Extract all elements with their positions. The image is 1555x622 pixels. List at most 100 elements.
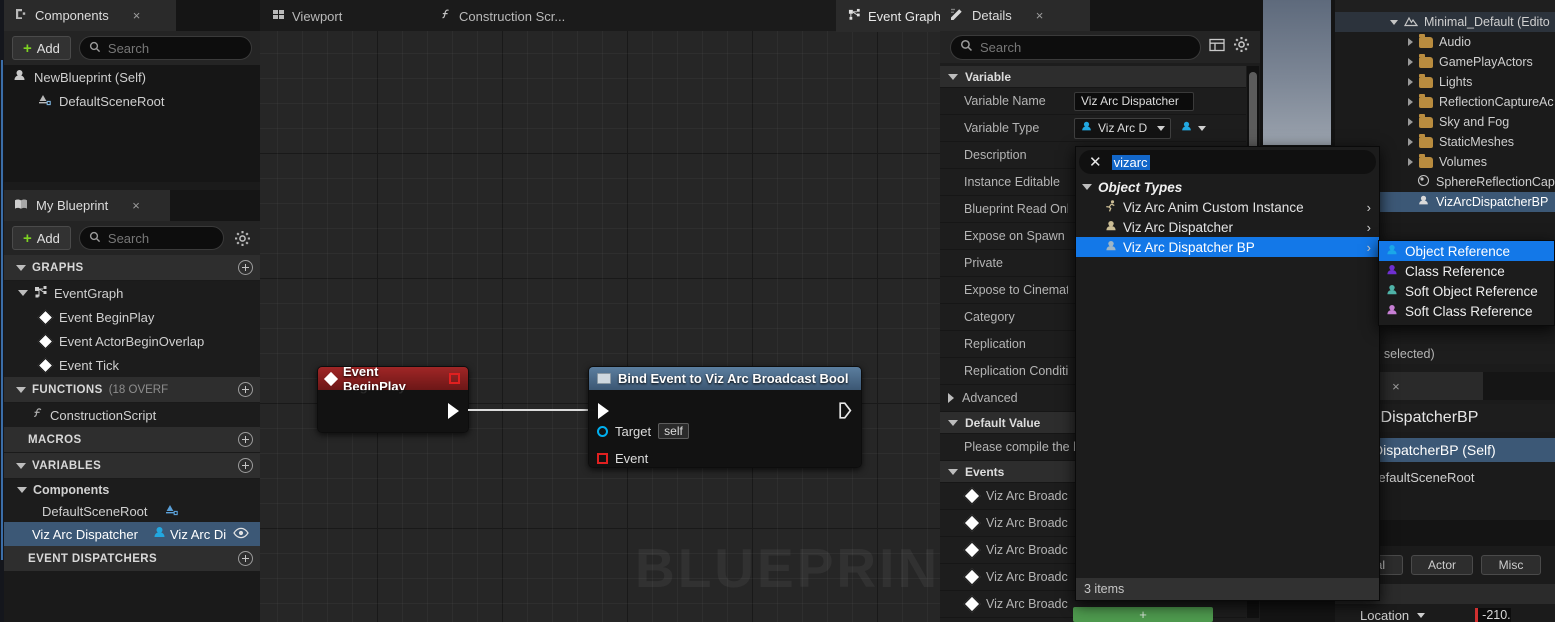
section-event-dispatchers[interactable]: EVENT DISPATCHERS: [4, 546, 260, 572]
details-search-input[interactable]: Search: [950, 35, 1201, 60]
outliner-folder-audio[interactable]: Audio: [1335, 32, 1555, 52]
details-section-variable[interactable]: Variable: [940, 66, 1246, 88]
exec-in-pin[interactable]: [598, 403, 609, 419]
tab-viewport[interactable]: Viewport: [260, 0, 354, 32]
component-row-defaultsceneroot[interactable]: DefaultSceneRoot: [4, 89, 260, 113]
chevron-right-icon[interactable]: [1408, 138, 1413, 146]
viewport-sky[interactable]: [1263, 0, 1331, 145]
transform-x-value[interactable]: -210.: [1475, 608, 1511, 622]
my-blueprint-add-button[interactable]: + Add: [12, 226, 71, 250]
graph-event-tick[interactable]: Event Tick: [4, 353, 260, 377]
chevron-right-icon[interactable]: [1408, 38, 1413, 46]
ref-row-class-reference[interactable]: Class Reference: [1379, 261, 1554, 281]
row-value[interactable]: Viz Arc Dispatcher: [1068, 92, 1246, 111]
chevron-down-icon[interactable]: [1198, 126, 1206, 131]
picker-row-viz-arc-anim-custom-instance[interactable]: Viz Arc Anim Custom Instance ›: [1076, 197, 1379, 217]
close-icon[interactable]: ×: [133, 9, 141, 22]
add-function-icon[interactable]: [238, 382, 253, 397]
chevron-right-icon[interactable]: [948, 393, 954, 403]
pin-row-event[interactable]: Event: [589, 445, 656, 468]
clear-icon[interactable]: ✕: [1089, 153, 1102, 171]
function-item-constructionscript[interactable]: ConstructionScript: [4, 403, 260, 427]
chevron-down-icon[interactable]: [1390, 20, 1398, 25]
pin-value-self[interactable]: self: [658, 423, 689, 439]
add-graph-icon[interactable]: [238, 260, 253, 275]
node-event-begin-play[interactable]: Event BeginPlay: [317, 366, 469, 433]
graph-canvas[interactable]: BLUEPRINT Event BeginPlay Bind Event to: [260, 31, 940, 622]
variable-row-defaultsceneroot[interactable]: DefaultSceneRoot: [4, 500, 260, 522]
outliner-folder-skyandfog[interactable]: Sky and Fog: [1335, 112, 1555, 132]
tab-components[interactable]: Components ×: [4, 0, 176, 31]
graph-event-beginplay[interactable]: Event BeginPlay: [4, 305, 260, 329]
gear-icon[interactable]: [1233, 36, 1250, 58]
chevron-down-icon[interactable]: [1417, 613, 1425, 618]
close-icon[interactable]: ×: [1036, 9, 1044, 22]
node-header[interactable]: Event BeginPlay: [318, 367, 468, 390]
row-value[interactable]: Viz Arc D: [1068, 118, 1246, 139]
chevron-right-icon[interactable]: [1408, 118, 1413, 126]
gear-icon[interactable]: [232, 228, 252, 248]
delegate-pin-icon[interactable]: [597, 453, 608, 464]
eye-icon[interactable]: [233, 527, 249, 542]
section-graphs[interactable]: GRAPHS: [4, 255, 260, 281]
chevron-down-icon[interactable]: [18, 290, 28, 296]
add-variable-icon[interactable]: [238, 458, 253, 473]
delegate-pin[interactable]: [449, 373, 460, 384]
tab-details[interactable]: Details ×: [940, 0, 1090, 31]
add-dispatcher-icon[interactable]: [238, 551, 253, 566]
picker-search-value[interactable]: vizarc: [1112, 155, 1150, 170]
my-blueprint-search-input[interactable]: Search: [79, 226, 224, 250]
close-icon[interactable]: ×: [1392, 380, 1400, 393]
tab-my-blueprint[interactable]: My Blueprint ×: [4, 190, 170, 221]
reference-type-submenu[interactable]: Object Reference Class Reference Soft Ob…: [1378, 240, 1555, 326]
details-row-variable-name[interactable]: Variable Name Viz Arc Dispatcher: [940, 88, 1246, 115]
close-icon[interactable]: ×: [132, 199, 140, 212]
add-macro-icon[interactable]: [238, 432, 253, 447]
details-row-variable-type[interactable]: Variable Type Viz Arc D: [940, 115, 1246, 142]
add-event-green-button[interactable]: +: [1073, 607, 1213, 622]
picker-search-input[interactable]: ✕ vizarc: [1079, 150, 1376, 174]
chevron-right-icon[interactable]: [1408, 58, 1413, 66]
chevron-right-icon[interactable]: ›: [1367, 200, 1371, 215]
components-search-input[interactable]: Search: [79, 36, 252, 60]
chevron-right-icon[interactable]: ›: [1367, 240, 1371, 255]
chevron-down-icon[interactable]: [1157, 126, 1165, 131]
pin-row-target[interactable]: Target self: [589, 418, 697, 444]
chevron-right-icon[interactable]: [1408, 158, 1413, 166]
node-header[interactable]: Bind Event to Viz Arc Broadcast Bool: [589, 367, 861, 390]
object-pin-icon[interactable]: [597, 426, 608, 437]
filter-button-actor[interactable]: Actor: [1411, 555, 1473, 575]
component-row-newblueprint[interactable]: NewBlueprint (Self): [4, 65, 260, 89]
grid-view-icon[interactable]: [1209, 37, 1225, 58]
exec-out-pin[interactable]: [448, 403, 459, 419]
graph-item-eventgraph[interactable]: EventGraph: [4, 281, 260, 305]
section-macros[interactable]: MACROS: [4, 427, 260, 453]
ref-row-soft-object-reference[interactable]: Soft Object Reference: [1379, 281, 1554, 301]
graph-event-actorbeginoverlap[interactable]: Event ActorBeginOverlap: [4, 329, 260, 353]
variable-group-components[interactable]: Components: [4, 479, 260, 500]
chevron-right-icon[interactable]: [1408, 98, 1413, 106]
picker-row-viz-arc-dispatcher-bp[interactable]: Viz Arc Dispatcher BP ›: [1076, 237, 1379, 257]
picker-section-object-types[interactable]: Object Types: [1076, 177, 1379, 197]
variable-type-picker-dropdown[interactable]: ✕ vizarc Object Types Viz Arc Anim Custo…: [1075, 146, 1380, 601]
filter-button-misc[interactable]: Misc: [1481, 555, 1541, 575]
ref-row-soft-class-reference[interactable]: Soft Class Reference: [1379, 301, 1554, 321]
ref-row-object-reference[interactable]: Object Reference: [1379, 241, 1554, 261]
exec-out-pin[interactable]: [839, 402, 852, 424]
chevron-right-icon[interactable]: [1408, 78, 1413, 86]
picker-row-viz-arc-dispatcher[interactable]: Viz Arc Dispatcher ›: [1076, 217, 1379, 237]
node-bind-event-to-viz-arc-broadcast-bool[interactable]: Bind Event to Viz Arc Broadcast Bool Tar…: [588, 366, 862, 468]
section-functions[interactable]: FUNCTIONS (18 OVERF: [4, 377, 260, 403]
variable-row-vizarcdispatcher[interactable]: Viz Arc Dispatcher Viz Arc Di: [4, 522, 260, 546]
outliner-row-level[interactable]: Minimal_Default (Edito: [1335, 12, 1555, 32]
outliner-folder-reflectioncapture[interactable]: ReflectionCaptureAc: [1335, 92, 1555, 112]
outliner-folder-gameplayactors[interactable]: GamePlayActors: [1335, 52, 1555, 72]
variable-name-field[interactable]: Viz Arc Dispatcher: [1074, 92, 1194, 111]
chevron-right-icon[interactable]: ›: [1367, 220, 1371, 235]
section-variables[interactable]: VARIABLES: [4, 453, 260, 479]
variable-type-combo[interactable]: Viz Arc D: [1074, 118, 1171, 139]
outliner-folder-lights[interactable]: Lights: [1335, 72, 1555, 92]
tab-construction-script[interactable]: Construction Scr...: [428, 0, 577, 32]
components-add-button[interactable]: + Add: [12, 36, 71, 60]
variable-container-combo[interactable]: [1175, 118, 1213, 139]
